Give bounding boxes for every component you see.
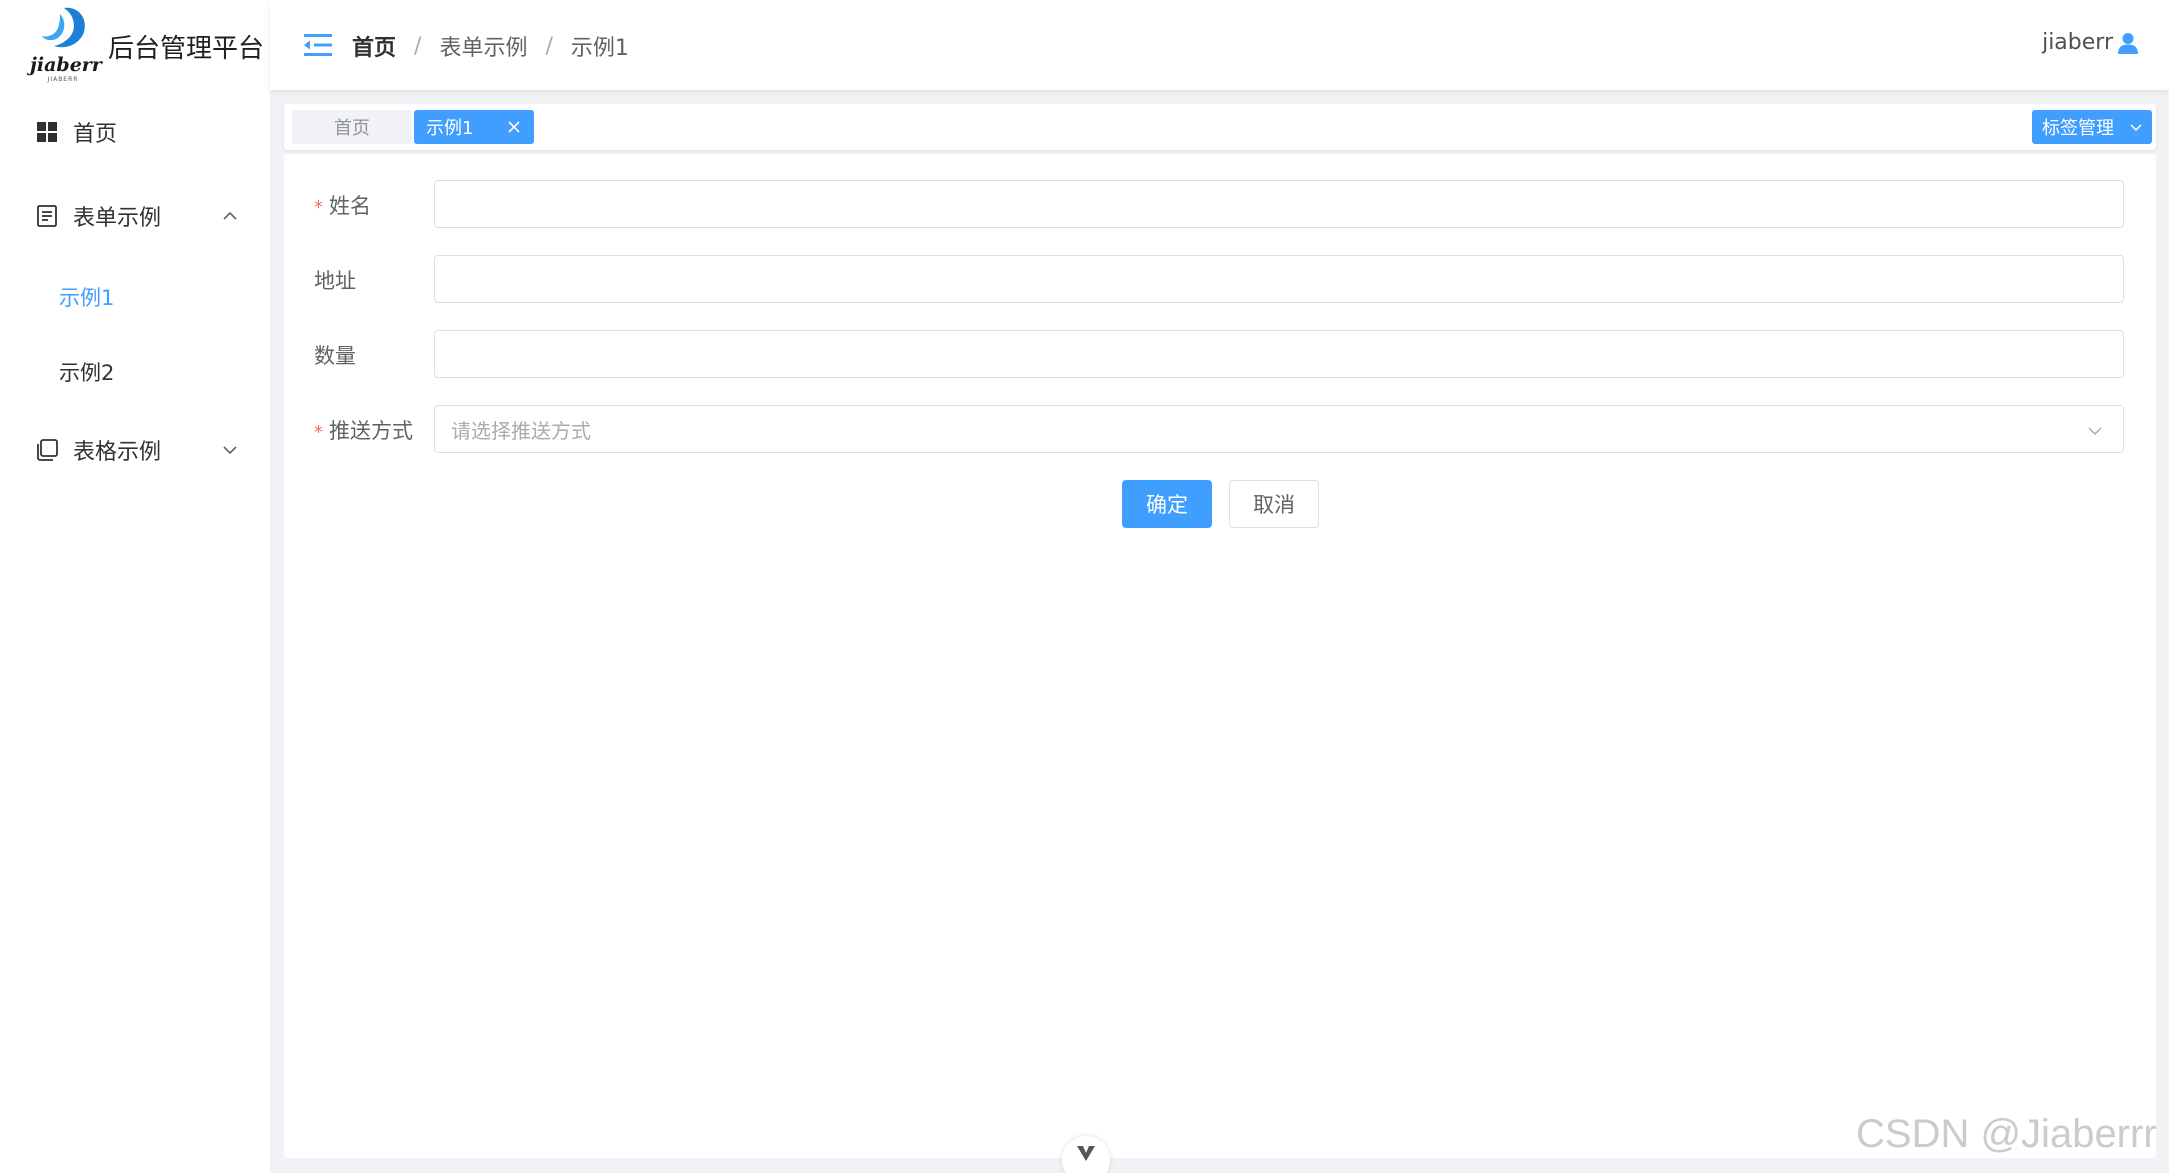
grid-icon xyxy=(37,122,57,142)
name-input[interactable] xyxy=(434,180,2124,228)
sidebar-subitem-label: 示例2 xyxy=(59,361,115,385)
form-row-address: 地址 xyxy=(284,255,2156,303)
sidebar-subitem-example1[interactable]: 示例1 xyxy=(0,267,270,327)
sidebar-item-label: 表单示例 xyxy=(73,206,162,231)
sidebar-item-table-examples[interactable]: 表格示例 xyxy=(0,420,270,480)
chevron-up-icon xyxy=(223,211,237,220)
sidebar-item-home[interactable]: 首页 xyxy=(0,102,270,162)
app-title: 后台管理平台 xyxy=(108,34,265,64)
push-method-select[interactable]: 请选择推送方式 xyxy=(434,405,2124,453)
logo-text: jiaberr xyxy=(30,54,102,76)
copy-icon xyxy=(37,439,58,461)
breadcrumb-item-form-examples: 表单示例 xyxy=(439,36,528,61)
required-mark: * xyxy=(314,422,323,443)
menu-fold-icon[interactable] xyxy=(304,34,332,56)
logo: jiaberr JIABERR xyxy=(30,4,102,84)
tag-home[interactable]: 首页 xyxy=(292,110,412,144)
tags-bar: 首页 示例1 标签管理 xyxy=(284,104,2156,150)
logo-swoosh-icon xyxy=(42,7,85,48)
form-label-name: * 姓名 xyxy=(314,190,371,220)
label-text: 姓名 xyxy=(329,194,371,218)
confirm-button[interactable]: 确定 xyxy=(1122,480,1212,528)
sidebar-item-label: 首页 xyxy=(73,122,118,147)
sidebar-item-form-examples[interactable]: 表单示例 xyxy=(0,186,270,246)
chevron-down-icon xyxy=(223,446,237,455)
chevron-down-icon xyxy=(2088,427,2102,436)
tag-manage-label: 标签管理 xyxy=(2042,118,2114,139)
form-label-address: 地址 xyxy=(314,269,356,293)
required-mark: * xyxy=(314,197,323,218)
sidebar-subitem-label: 示例1 xyxy=(59,286,115,310)
breadcrumb-separator: / xyxy=(414,33,422,59)
tag-label: 首页 xyxy=(334,118,370,139)
username: jiaberr xyxy=(2042,30,2113,55)
user-menu[interactable]: jiaberr xyxy=(2042,30,2139,55)
form-row-push-method: * 推送方式 请选择推送方式 xyxy=(284,405,2156,453)
sidebar-item-label: 表格示例 xyxy=(73,440,162,465)
chevron-down-icon xyxy=(2130,124,2142,132)
logo-subtext: JIABERR xyxy=(47,76,79,83)
address-input[interactable] xyxy=(434,255,2124,303)
tag-manage-dropdown[interactable]: 标签管理 xyxy=(2032,110,2152,144)
breadcrumb: 首页 / 表单示例 / 示例1 xyxy=(352,30,629,62)
sidebar-subitem-example2[interactable]: 示例2 xyxy=(0,342,270,402)
form-row-name: * 姓名 xyxy=(284,180,2156,228)
sidebar: jiaberr JIABERR 后台管理平台 首页 表单示例 示例1 示例2 表… xyxy=(0,0,270,1173)
logo-area[interactable]: jiaberr JIABERR 后台管理平台 xyxy=(0,0,270,90)
app-root: jiaberr JIABERR 后台管理平台 首页 表单示例 示例1 示例2 表… xyxy=(0,0,2169,1173)
breadcrumb-separator: / xyxy=(545,33,553,59)
cancel-button[interactable]: 取消 xyxy=(1229,480,1319,528)
form-label-quantity: 数量 xyxy=(314,344,356,368)
close-icon[interactable] xyxy=(506,119,522,135)
breadcrumb-item-current: 示例1 xyxy=(570,36,629,61)
form-label-push-method: * 推送方式 xyxy=(314,415,413,445)
label-text: 推送方式 xyxy=(329,419,413,443)
top-header: 首页 / 表单示例 / 示例1 jiaberr xyxy=(270,0,2169,90)
user-icon xyxy=(2118,32,2138,54)
tag-label: 示例1 xyxy=(426,118,474,139)
watermark: CSDN @Jiaberrr xyxy=(1856,1112,2157,1156)
chevron-down-icon xyxy=(1077,1146,1095,1161)
quantity-input[interactable] xyxy=(434,330,2124,378)
form-row-quantity: 数量 xyxy=(284,330,2156,378)
content-card: * 姓名 地址 数量 * 推送方式 请选择推送方式 确定 取消 xyxy=(284,154,2156,1158)
select-placeholder: 请选择推送方式 xyxy=(451,418,591,443)
document-icon xyxy=(37,205,57,227)
tag-example1[interactable]: 示例1 xyxy=(414,110,534,144)
breadcrumb-item-home[interactable]: 首页 xyxy=(352,30,396,62)
